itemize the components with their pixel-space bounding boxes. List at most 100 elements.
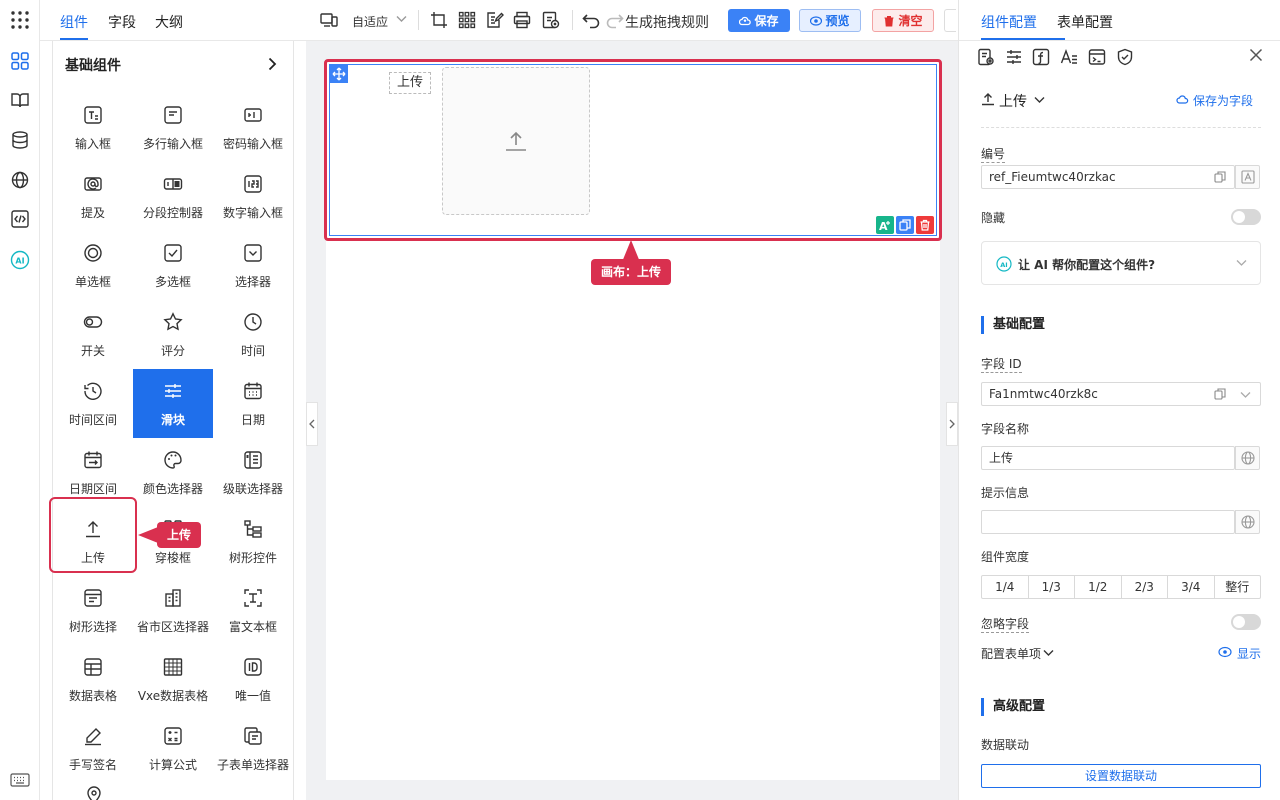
grid-icon[interactable] (458, 11, 476, 29)
chevron-down-icon[interactable] (1236, 259, 1247, 267)
width-option[interactable]: 3/4 (1168, 576, 1215, 598)
component-item[interactable]: 数据表格 (53, 645, 133, 714)
text-style-icon[interactable] (1060, 48, 1078, 66)
move-icon[interactable] (330, 65, 348, 83)
chevron-right-icon[interactable] (265, 57, 279, 71)
component-item[interactable]: 计算公式 (133, 714, 213, 783)
ai-config-icon[interactable]: A (876, 216, 894, 234)
tab-outline[interactable]: 大纲 (155, 12, 183, 32)
props-icon[interactable] (977, 48, 995, 66)
component-item[interactable]: 提及 (53, 162, 133, 231)
component-item[interactable]: 多选框 (133, 231, 213, 300)
component-name[interactable]: 上传 (999, 91, 1027, 111)
tab-form-config[interactable]: 表单配置 (1057, 12, 1113, 32)
delete-icon[interactable] (916, 216, 934, 234)
shield-icon[interactable] (1116, 48, 1134, 66)
component-item[interactable]: 树形控件 (213, 507, 293, 576)
sliders-icon[interactable] (1005, 48, 1023, 66)
location-icon (85, 786, 103, 800)
save-button[interactable]: 保存 (728, 9, 790, 32)
ref-input[interactable]: ref_Fieumtwc40rzkac (981, 165, 1260, 189)
components-icon[interactable] (9, 50, 31, 72)
component-item[interactable]: 评分 (133, 300, 213, 369)
book-icon[interactable] (9, 89, 31, 111)
component-item[interactable]: 富文本框 (213, 576, 293, 645)
field-name-input[interactable]: 上传 (981, 446, 1260, 470)
width-option[interactable]: 1/3 (1029, 576, 1075, 598)
database-icon[interactable] (9, 129, 31, 151)
component-item[interactable]: Vxe数据表格 (133, 645, 213, 714)
form-items-label[interactable]: 配置表单项 (981, 645, 1041, 662)
toolbar-overflow[interactable] (944, 9, 956, 32)
hidden-switch[interactable] (1231, 209, 1261, 225)
collapse-right-button[interactable] (946, 402, 958, 446)
component-item[interactable]: 日期 (213, 369, 293, 438)
globe-icon[interactable] (1235, 510, 1260, 534)
tab-fields[interactable]: 字段 (108, 12, 136, 32)
component-item[interactable]: 手写签名 (53, 714, 133, 783)
component-item[interactable]: 开关 (53, 300, 133, 369)
layout-select[interactable]: 自适应 (352, 13, 388, 30)
json-icon[interactable] (542, 11, 560, 29)
clear-button[interactable]: 清空 (872, 9, 934, 32)
app-grid-icon[interactable] (9, 9, 31, 31)
text-format-icon[interactable] (1235, 165, 1260, 189)
component-item[interactable]: 级联选择器 (213, 438, 293, 507)
print-icon[interactable] (513, 11, 531, 29)
device-icon[interactable] (320, 11, 338, 29)
chevron-down-icon[interactable] (1240, 391, 1251, 399)
copy-icon[interactable] (1214, 171, 1226, 183)
component-item[interactable]: 树形选择 (53, 576, 133, 645)
chevron-down-icon[interactable] (396, 15, 407, 23)
component-item[interactable]: 颜色选择器 (133, 438, 213, 507)
close-icon[interactable] (1249, 48, 1267, 66)
width-option[interactable]: 1/2 (1075, 576, 1122, 598)
redo-icon[interactable] (606, 11, 624, 29)
component-item[interactable]: 分段控制器 (133, 162, 213, 231)
ignore-field-switch[interactable] (1231, 614, 1261, 630)
component-item[interactable]: 时间区间 (53, 369, 133, 438)
component-item[interactable]: 密码输入框 (213, 93, 293, 162)
code-icon[interactable] (9, 208, 31, 230)
chevron-down-icon[interactable] (1034, 96, 1045, 104)
event-icon[interactable] (1088, 48, 1106, 66)
width-option[interactable]: 2/3 (1122, 576, 1168, 598)
component-item[interactable]: 滑块 (133, 369, 213, 438)
copy-icon[interactable] (896, 216, 914, 234)
generate-drag-rule[interactable]: 生成拖拽规则 (625, 12, 709, 32)
hint-input[interactable] (981, 510, 1260, 534)
function-icon[interactable] (1032, 48, 1050, 66)
component-item[interactable]: 时间 (213, 300, 293, 369)
component-item[interactable]: 子表单选择器 (213, 714, 293, 783)
tab-component-config[interactable]: 组件配置 (981, 12, 1037, 32)
ai-config-box[interactable]: AI 让 AI 帮你配置这个组件? (981, 241, 1261, 285)
globe-icon[interactable] (1235, 446, 1260, 470)
globe-icon[interactable] (9, 169, 31, 191)
edit-doc-icon[interactable] (486, 11, 504, 29)
component-item[interactable]: 输入框 (53, 93, 133, 162)
panel-title: 基础组件 (65, 58, 121, 74)
save-label: 保存 (754, 14, 779, 28)
field-id-input[interactable]: Fa1nmtwc40rzk8c (981, 382, 1261, 406)
component-item[interactable]: 多行输入框 (133, 93, 213, 162)
component-item[interactable]: 数字输入框 (213, 162, 293, 231)
undo-icon[interactable] (582, 11, 600, 29)
copy-icon[interactable] (1214, 388, 1226, 400)
component-item[interactable]: 唯一值 (213, 645, 293, 714)
keyboard-icon[interactable] (9, 769, 31, 791)
width-option[interactable]: 整行 (1215, 576, 1261, 598)
show-toggle[interactable]: 显示 (1237, 645, 1261, 662)
upload-dropzone[interactable] (442, 67, 590, 215)
width-option[interactable]: 1/4 (982, 576, 1029, 598)
crop-icon[interactable] (430, 11, 448, 29)
component-item[interactable]: 选择器 (213, 231, 293, 300)
component-item[interactable]: 省市区选择器 (133, 576, 213, 645)
linkage-button[interactable]: 设置数据联动 (981, 764, 1261, 788)
ai-icon[interactable]: AI (9, 249, 31, 271)
preview-button[interactable]: 预览 (799, 9, 861, 32)
tab-components[interactable]: 组件 (60, 12, 88, 32)
chevron-down-icon[interactable] (1043, 649, 1054, 657)
collapse-left-button[interactable] (306, 402, 318, 446)
component-item[interactable]: 单选框 (53, 231, 133, 300)
save-as-field-link[interactable]: 保存为字段 (1193, 92, 1253, 109)
